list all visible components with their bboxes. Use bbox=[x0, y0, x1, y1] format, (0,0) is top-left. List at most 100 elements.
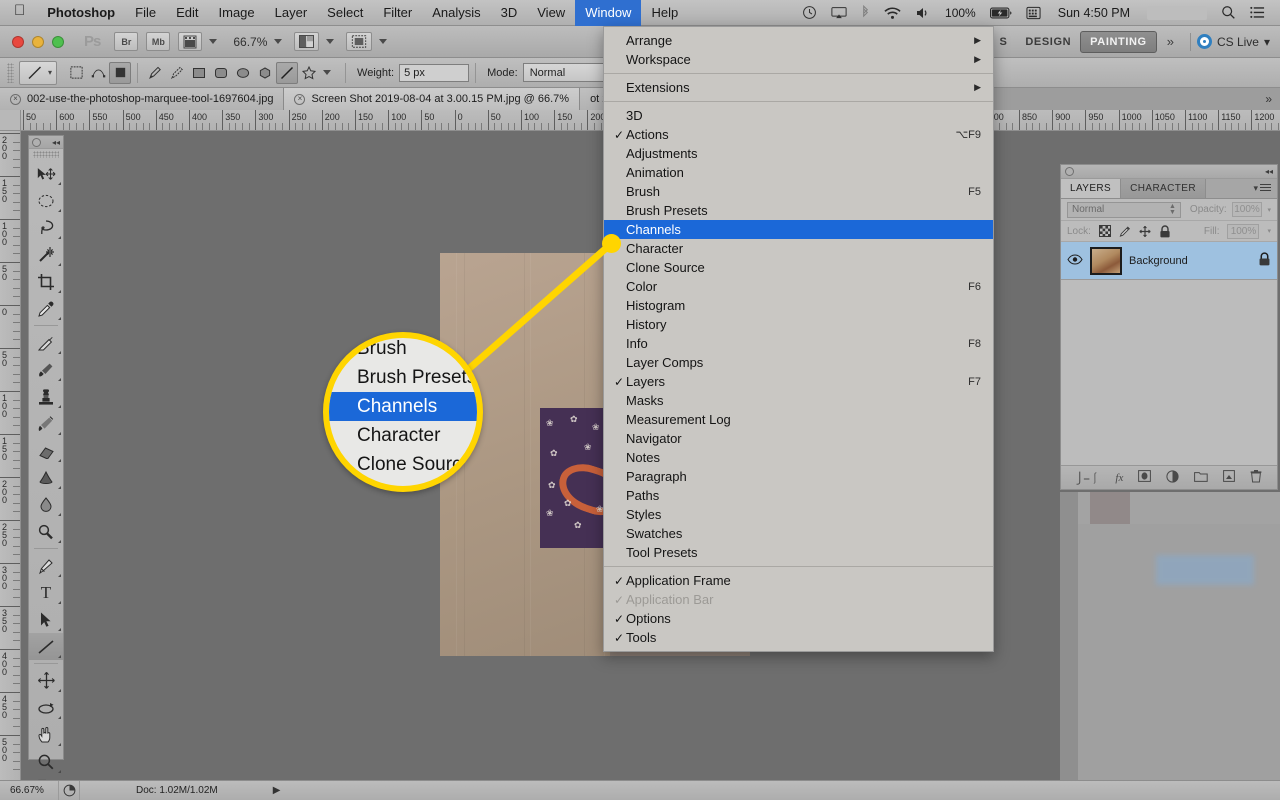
screen-mode-caret[interactable] bbox=[379, 39, 388, 44]
workspace-essentials[interactable]: S bbox=[990, 32, 1016, 52]
collapse-panel-icon[interactable]: ◂◂ bbox=[1265, 167, 1273, 176]
menu-view[interactable]: View bbox=[527, 0, 575, 26]
polygon-tool-icon[interactable] bbox=[254, 62, 276, 84]
menu-item-clone-source[interactable]: Clone Source bbox=[604, 258, 993, 277]
layer-thumbnail[interactable] bbox=[1090, 246, 1122, 275]
menu-item-brush-presets[interactable]: Brush Presets bbox=[604, 201, 993, 220]
menu-item-measurement-log[interactable]: Measurement Log bbox=[604, 410, 993, 429]
search-icon[interactable] bbox=[1214, 0, 1243, 26]
3d-orbit-tool-icon[interactable] bbox=[29, 694, 63, 721]
lock-position-icon[interactable] bbox=[1139, 225, 1151, 237]
time-machine-icon[interactable] bbox=[795, 0, 824, 26]
menu-edit[interactable]: Edit bbox=[166, 0, 208, 26]
menu-item-actions[interactable]: ✓ Actions ⌥F9 bbox=[604, 125, 993, 144]
layers-panel-title-bar[interactable]: ◂◂ bbox=[1061, 165, 1277, 179]
workspace-overflow-chevron[interactable]: » bbox=[1157, 34, 1184, 49]
layer-name[interactable]: Background bbox=[1129, 255, 1251, 267]
tools-panel-grip[interactable] bbox=[33, 151, 59, 158]
rounded-rectangle-tool-icon[interactable] bbox=[210, 62, 232, 84]
menu-item-brush[interactable]: Brush F5 bbox=[604, 182, 993, 201]
fill-caret[interactable]: ▾ bbox=[1267, 227, 1271, 235]
menu-item-info[interactable]: Info F8 bbox=[604, 334, 993, 353]
screen-mode-icon[interactable] bbox=[346, 32, 373, 51]
menu-item-arrange[interactable]: Arrange ▶ bbox=[604, 31, 993, 50]
menu-item-layers[interactable]: ✓ Layers F7 bbox=[604, 372, 993, 391]
menu-item-options[interactable]: ✓ Options bbox=[604, 609, 993, 628]
shape-layers-icon[interactable] bbox=[65, 62, 87, 84]
zoom-level-caret[interactable] bbox=[274, 39, 283, 44]
window-dropdown-menu[interactable]: Arrange ▶ Workspace ▶ Extensions ▶ 3D ✓ Actions ⌥… bbox=[603, 26, 994, 652]
menu-item-tools[interactable]: ✓ Tools bbox=[604, 628, 993, 647]
layer-blend-mode-select[interactable]: Normal ▲ ▼ bbox=[1067, 201, 1181, 218]
fill-pixels-icon[interactable] bbox=[109, 61, 132, 84]
menu-item-tool-presets[interactable]: Tool Presets bbox=[604, 543, 993, 562]
menu-item-color[interactable]: Color F6 bbox=[604, 277, 993, 296]
status-zoom-level[interactable]: 66.67% bbox=[0, 785, 58, 796]
mini-bridge-button[interactable]: Mb bbox=[146, 32, 171, 51]
apple-menu-icon[interactable]:  bbox=[0, 0, 37, 26]
menu-3d[interactable]: 3D bbox=[491, 0, 528, 26]
menu-help[interactable]: Help bbox=[641, 0, 688, 26]
crop-tool-icon[interactable] bbox=[29, 268, 63, 295]
opacity-value[interactable]: 100% bbox=[1231, 202, 1263, 217]
menu-item-notes[interactable]: Notes bbox=[604, 448, 993, 467]
menu-item-workspace[interactable]: Workspace ▶ bbox=[604, 50, 993, 69]
eraser-tool-icon[interactable] bbox=[29, 437, 63, 464]
menu-item-navigator[interactable]: Navigator bbox=[604, 429, 993, 448]
keyboard-input-icon[interactable] bbox=[1019, 0, 1048, 26]
close-tab-icon[interactable]: × bbox=[10, 93, 21, 105]
eyedropper-tool-icon[interactable] bbox=[29, 295, 63, 322]
menu-item-layer-comps[interactable]: Layer Comps bbox=[604, 353, 993, 372]
lock-transparent-pixels-icon[interactable] bbox=[1098, 225, 1111, 237]
menu-item-paths[interactable]: Paths bbox=[604, 486, 993, 505]
bluetooth-icon[interactable] bbox=[854, 0, 877, 26]
cs-live-button[interactable]: CS Live ▾ bbox=[1196, 34, 1280, 49]
menu-analysis[interactable]: Analysis bbox=[422, 0, 490, 26]
pen-tool-icon[interactable] bbox=[144, 62, 166, 84]
appbar-zoom-level[interactable]: 66.7% bbox=[225, 35, 271, 49]
ellipse-tool-icon[interactable] bbox=[232, 62, 254, 84]
menu-item-character[interactable]: Character bbox=[604, 239, 993, 258]
panel-collapse-dot[interactable] bbox=[1065, 167, 1074, 176]
volume-icon[interactable] bbox=[908, 0, 938, 26]
close-tab-icon[interactable]: × bbox=[294, 93, 306, 105]
new-group-icon[interactable] bbox=[1194, 471, 1209, 485]
close-window-button[interactable] bbox=[12, 35, 24, 48]
menu-window[interactable]: Window bbox=[575, 0, 642, 26]
menu-item-application-frame[interactable]: ✓ Application Frame bbox=[604, 571, 993, 590]
options-bar-grip[interactable] bbox=[7, 62, 14, 83]
menu-item-adjustments[interactable]: Adjustments bbox=[604, 144, 993, 163]
notification-center-icon[interactable] bbox=[1243, 0, 1272, 26]
brush-tool-icon[interactable] bbox=[29, 356, 63, 383]
freeform-pen-tool-icon[interactable] bbox=[166, 62, 188, 84]
delete-layer-icon[interactable] bbox=[1250, 469, 1262, 486]
tools-panel-header[interactable]: ◂◂ bbox=[29, 136, 63, 149]
battery-charging-icon[interactable] bbox=[983, 0, 1019, 26]
fill-value[interactable]: 100% bbox=[1227, 223, 1260, 239]
menu-item-channels[interactable]: Channels bbox=[604, 220, 993, 239]
opacity-caret[interactable]: ▾ bbox=[1267, 206, 1271, 214]
menu-filter[interactable]: Filter bbox=[373, 0, 422, 26]
menu-item-masks[interactable]: Masks bbox=[604, 391, 993, 410]
line-shape-tool-icon[interactable] bbox=[276, 61, 299, 84]
status-expand-arrow[interactable]: ▶ bbox=[218, 785, 281, 796]
gradient-tool-icon[interactable] bbox=[29, 464, 63, 491]
workspace-painting[interactable]: PAINTING bbox=[1080, 30, 1157, 53]
tab-overflow-chevron[interactable]: » bbox=[1257, 88, 1280, 110]
rectangle-tool-icon[interactable] bbox=[188, 62, 210, 84]
menu-item-application-bar[interactable]: ✓ Application Bar bbox=[604, 590, 993, 609]
layer-row-background[interactable]: Background bbox=[1061, 242, 1277, 280]
zoom-window-button[interactable] bbox=[52, 35, 64, 48]
menu-item-styles[interactable]: Styles bbox=[604, 505, 993, 524]
menu-item-3d[interactable]: 3D bbox=[604, 106, 993, 125]
zoom-tool-icon[interactable] bbox=[29, 748, 63, 775]
move-tool-icon[interactable] bbox=[29, 160, 63, 187]
view-extras-icon[interactable] bbox=[178, 32, 203, 51]
document-profile-icon[interactable] bbox=[58, 780, 80, 800]
adjustment-layer-icon[interactable] bbox=[1166, 469, 1179, 486]
hand-tool-icon[interactable] bbox=[29, 721, 63, 748]
dodge-tool-icon[interactable] bbox=[29, 518, 63, 545]
lock-all-icon[interactable] bbox=[1159, 224, 1171, 237]
menu-item-histogram[interactable]: Histogram bbox=[604, 296, 993, 315]
menu-item-paragraph[interactable]: Paragraph bbox=[604, 467, 993, 486]
